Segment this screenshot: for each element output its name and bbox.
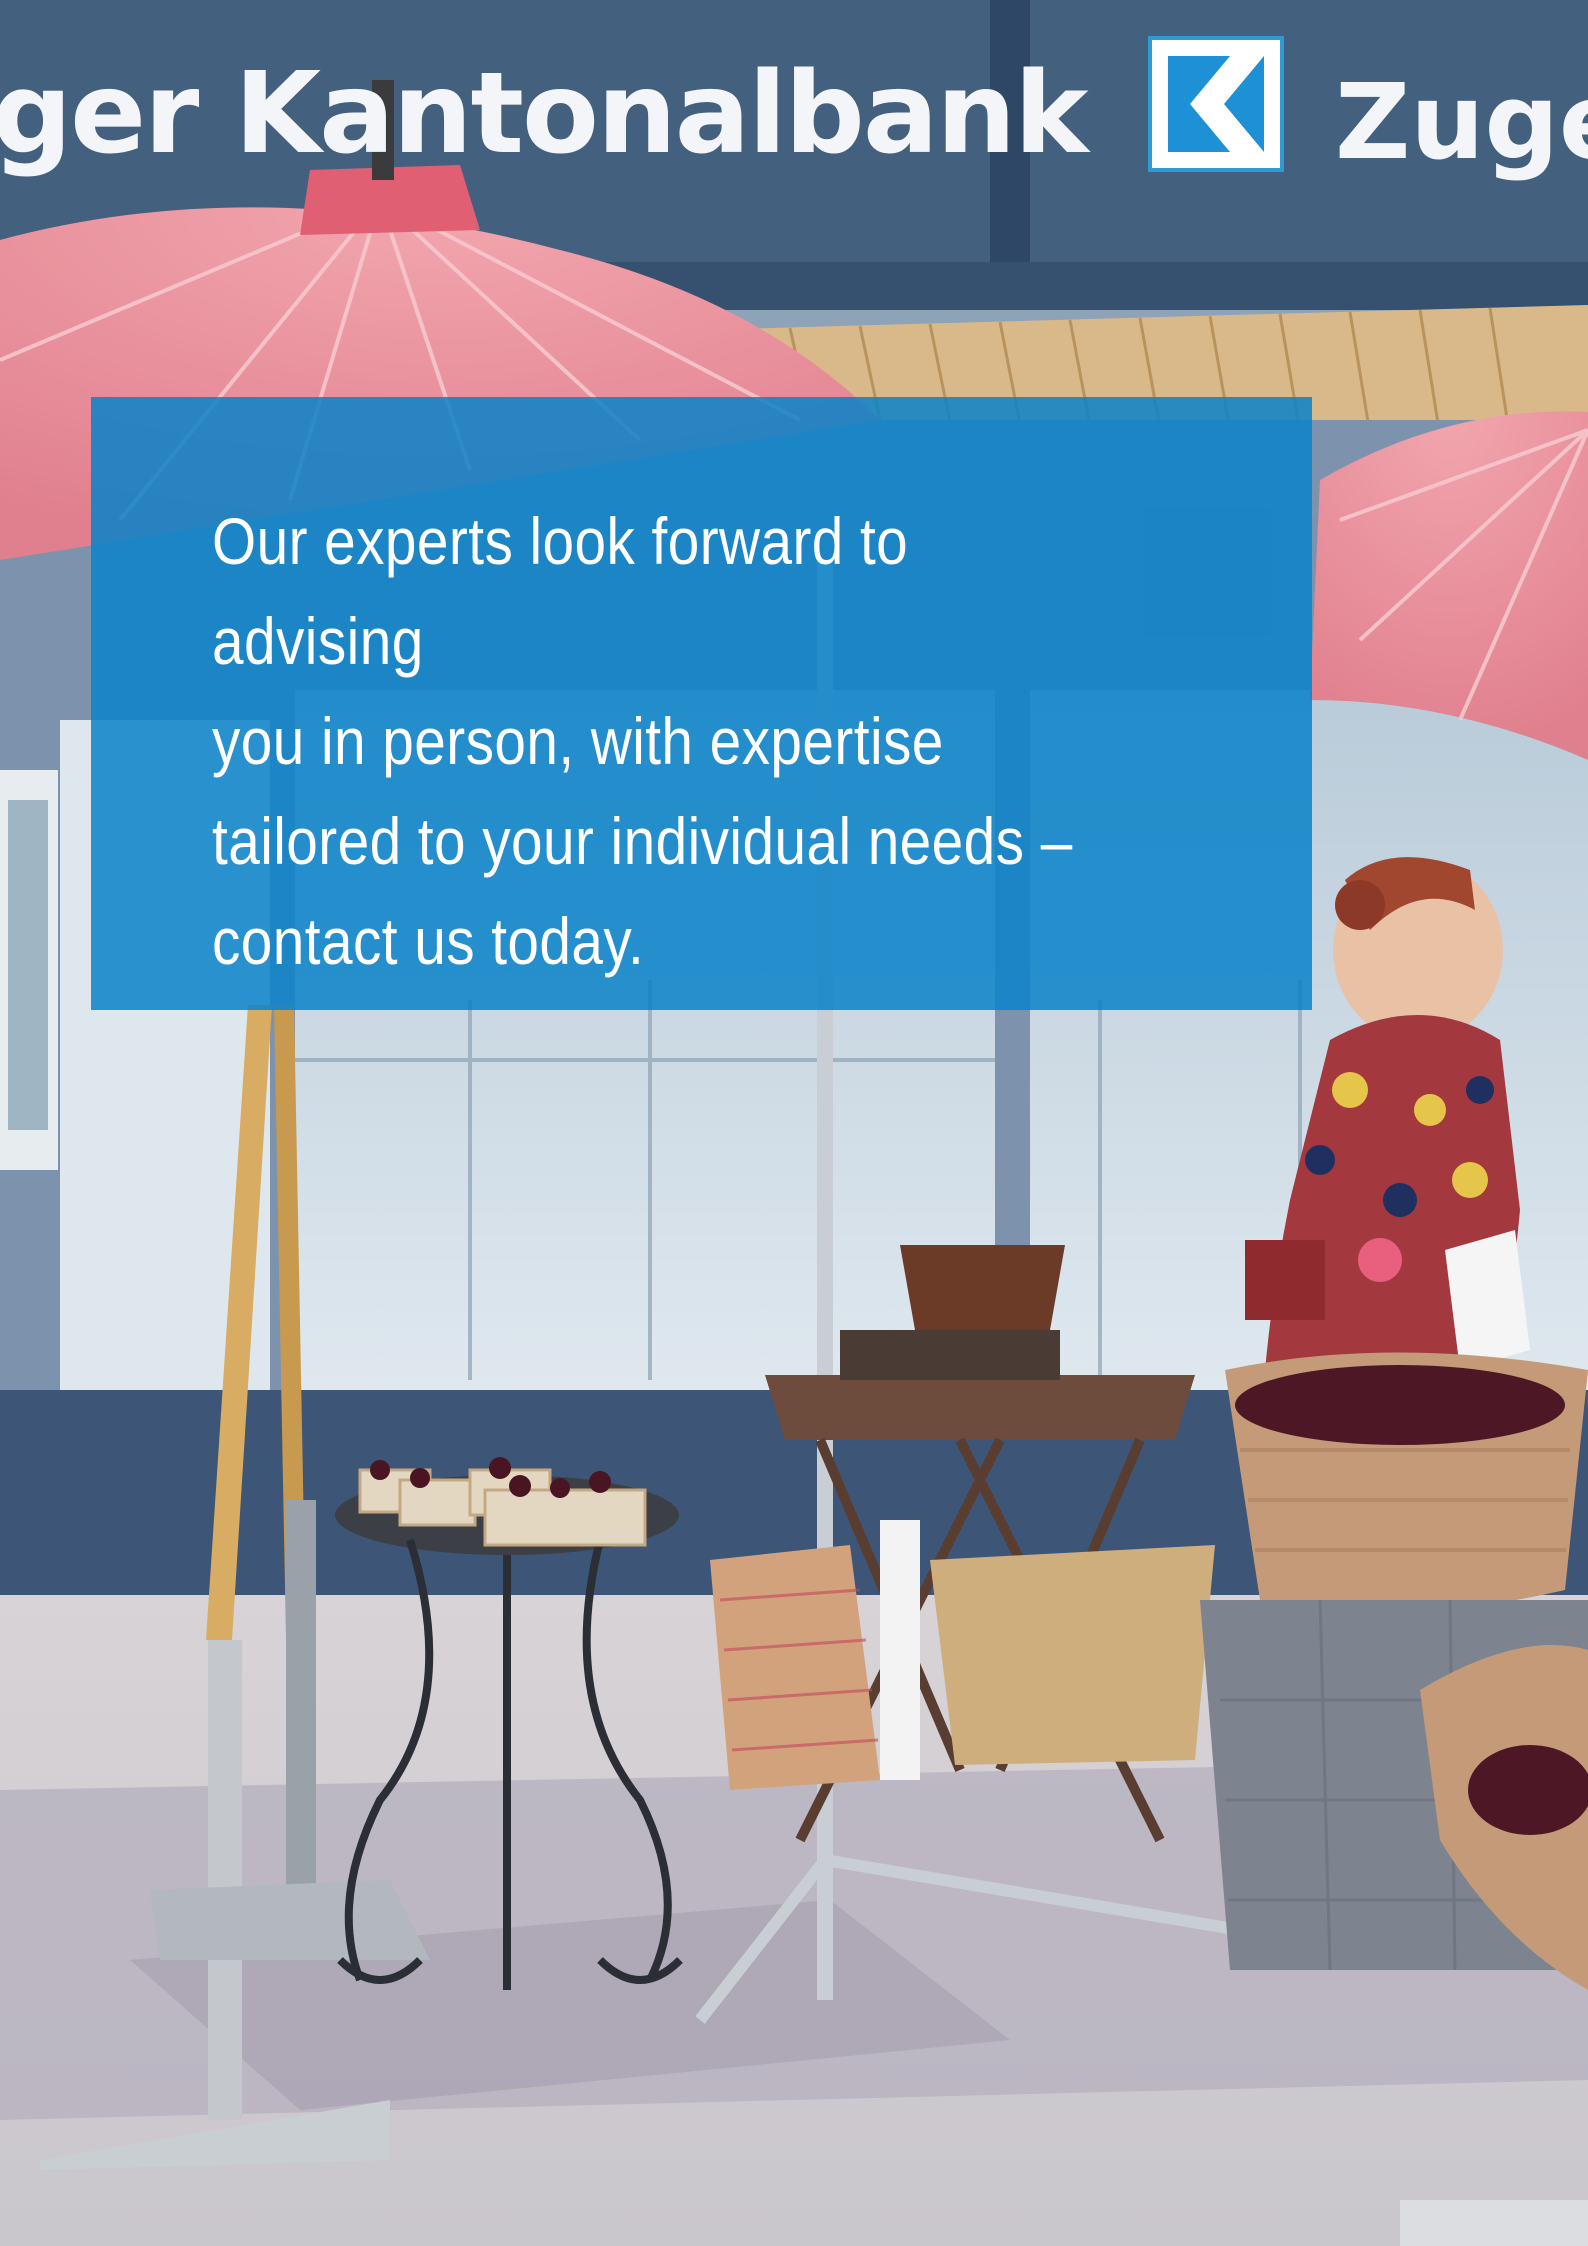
bank-logo-mark [1168,56,1264,152]
market-scene-photo [0,0,1588,2246]
callout-box: Our experts look forward to advising you… [91,397,1312,1010]
callout-text: Our experts look forward to advising you… [212,504,1073,978]
bank-logo [1148,36,1284,172]
k-arrow-icon [1190,56,1264,152]
bank-sign-right-text: Zuge [1335,61,1588,183]
bank-sign-left-text: ger Kantonalbank [0,49,1089,179]
